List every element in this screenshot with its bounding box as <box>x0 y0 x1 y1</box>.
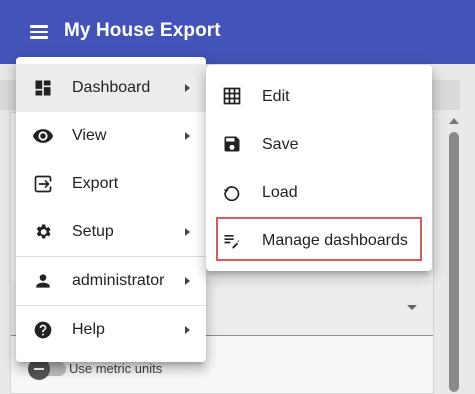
submenu-arrow-icon <box>185 132 190 140</box>
menu-item-label: Setup <box>72 223 114 240</box>
submenu-item-label: Save <box>262 136 299 153</box>
person-icon <box>33 271 53 291</box>
export-icon <box>33 174 53 194</box>
dashboard-submenu: Edit Save Load Manage dashboards <box>206 65 432 271</box>
menu-item-label: Help <box>72 321 105 338</box>
menu-item-export[interactable]: Export <box>16 160 206 208</box>
menu-item-label: Export <box>72 175 119 192</box>
scroll-up-arrow-icon[interactable] <box>449 118 459 124</box>
submenu-item-save[interactable]: Save <box>206 121 432 169</box>
dropdown-arrow-icon <box>407 305 417 310</box>
menu-item-label: Dashboard <box>72 79 151 96</box>
submenu-arrow-icon <box>185 228 190 236</box>
submenu-item-load[interactable]: Load <box>206 169 432 217</box>
app-bar: My House Export <box>0 0 475 64</box>
metric-units-label: Use metric units <box>69 361 163 376</box>
submenu-item-label: Load <box>262 184 298 201</box>
menu-item-help[interactable]: Help <box>16 306 206 354</box>
menu-item-administrator[interactable]: administrator <box>16 257 206 305</box>
scrollbar[interactable] <box>449 118 459 392</box>
highlight-box <box>216 217 422 261</box>
help-icon <box>33 320 53 340</box>
gear-icon <box>33 222 53 242</box>
menu-item-label: administrator <box>72 272 165 289</box>
eye-icon <box>32 126 54 146</box>
submenu-arrow-icon <box>185 326 190 334</box>
hamburger-menu-icon[interactable] <box>30 25 48 39</box>
menu-item-setup[interactable]: Setup <box>16 208 206 256</box>
restore-icon <box>222 182 242 202</box>
menu-item-dashboard[interactable]: Dashboard <box>16 64 206 112</box>
menu-item-view[interactable]: View <box>16 112 206 160</box>
submenu-arrow-icon <box>185 84 190 92</box>
dashboard-icon <box>33 78 53 98</box>
menu-item-label: View <box>72 127 107 144</box>
submenu-item-edit[interactable]: Edit <box>206 73 432 121</box>
submenu-item-label: Edit <box>262 88 290 105</box>
grid-icon <box>222 86 242 106</box>
submenu-arrow-icon <box>185 277 190 285</box>
save-icon <box>222 134 242 154</box>
app-title: My House Export <box>64 20 221 41</box>
main-menu: Dashboard View Export Setup administrato… <box>16 57 206 362</box>
scrollbar-thumb[interactable] <box>449 132 459 392</box>
